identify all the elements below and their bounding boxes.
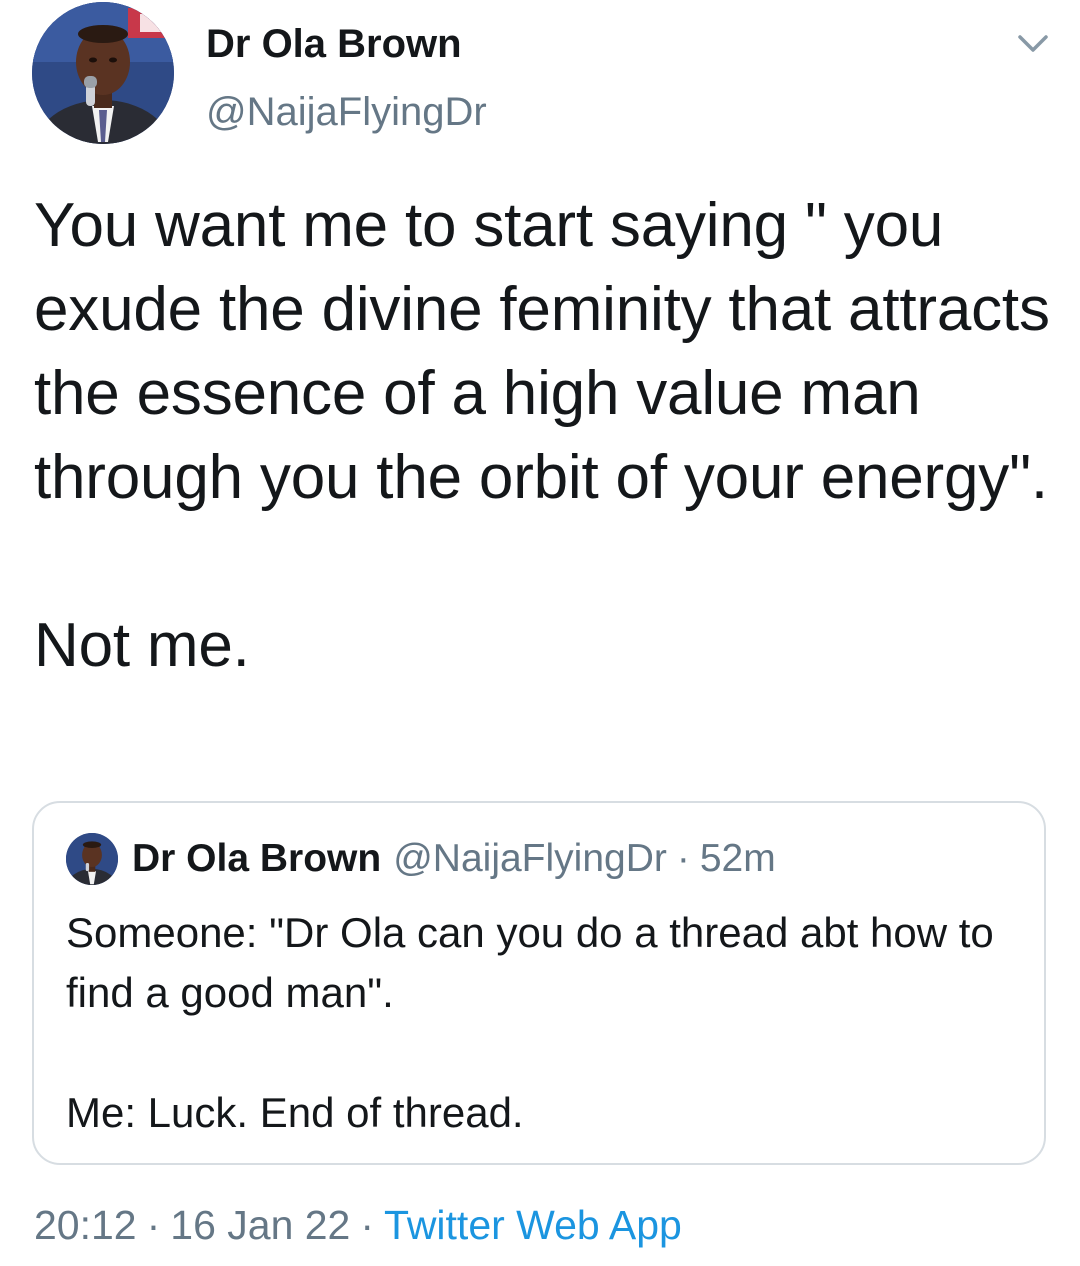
separator-dot: · [146,1202,161,1248]
author-avatar[interactable] [32,2,174,144]
chevron-down-icon[interactable] [1014,28,1052,58]
tweet-meta: 20:12 · 16 Jan 22 · Twitter Web App [34,1200,682,1250]
quoted-tweet-paragraph: Me: Luck. End of thread. [66,1089,524,1136]
quoted-tweet-card[interactable]: Dr Ola Brown @NaijaFlyingDr · 52m Someon… [32,801,1046,1165]
quoted-tweet-header: Dr Ola Brown @NaijaFlyingDr · 52m [66,833,776,885]
quoted-tweet-time: 52m [699,837,776,880]
separator-dot: · [360,1202,375,1248]
author-display-name[interactable]: Dr Ola Brown [206,20,462,68]
quoted-author-handle: @NaijaFlyingDr [393,837,667,880]
quoted-author-avatar [66,833,118,885]
quoted-tweet-text: Someone: "Dr Ola can you do a thread abt… [66,903,1026,1143]
tweet-paragraph: You want me to start saying " you exude … [34,191,1067,512]
separator-dot: · [676,837,690,880]
tweet-timestamp[interactable]: 20:12 [34,1202,137,1248]
author-handle[interactable]: @NaijaFlyingDr [206,88,487,136]
tweet-source-link[interactable]: Twitter Web App [384,1202,682,1248]
tweet-text: You want me to start saying " you exude … [34,184,1054,688]
avatar-photo [32,2,174,144]
quoted-tweet-paragraph: Someone: "Dr Ola can you do a thread abt… [66,909,994,1016]
quoted-author-display-name: Dr Ola Brown [132,837,382,880]
tweet-date[interactable]: 16 Jan 22 [170,1202,350,1248]
tweet-paragraph: Not me. [34,611,250,680]
